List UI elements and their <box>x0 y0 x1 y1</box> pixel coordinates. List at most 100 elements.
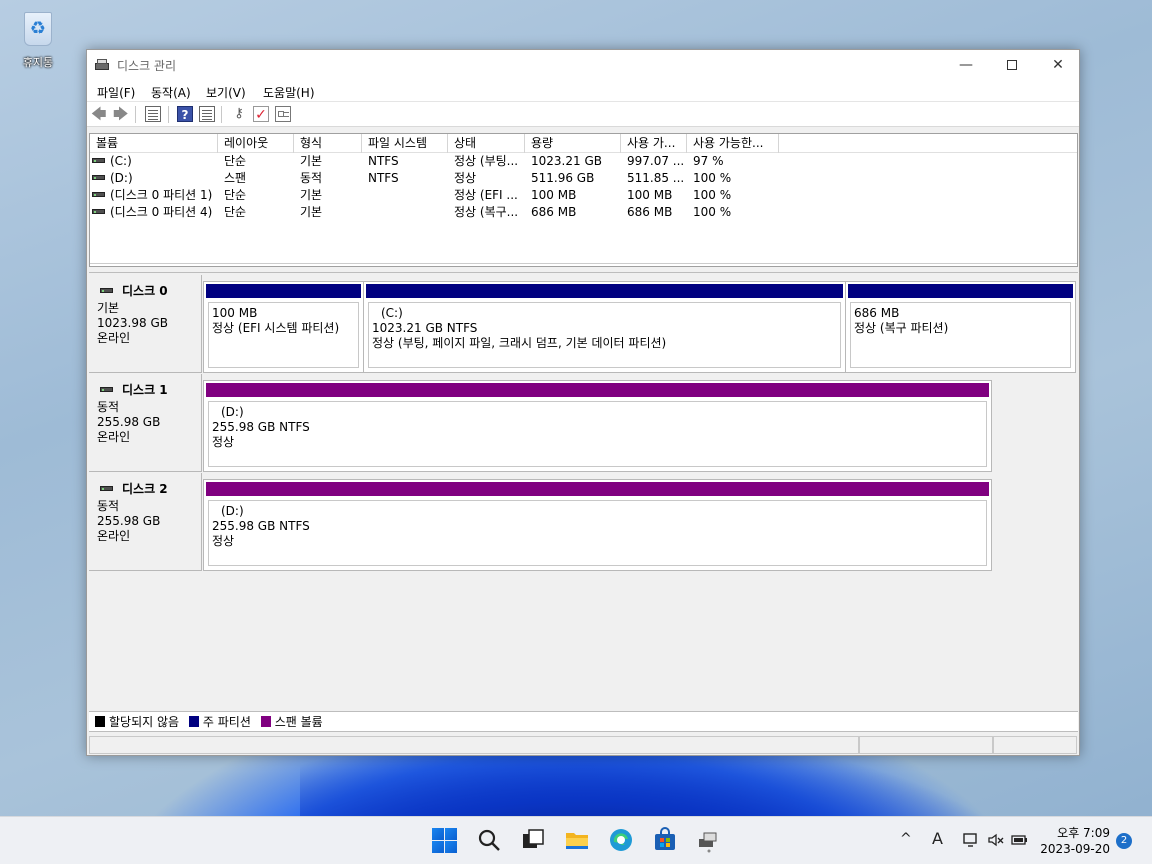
partition-efi[interactable]: 100 MB 정상 (EFI 시스템 파티션) <box>204 282 364 372</box>
status-bar <box>87 735 1079 755</box>
partition-d[interactable]: (D:) 255.98 GB NTFS 정상 <box>204 381 991 471</box>
partition-size: 100 MB <box>212 306 258 320</box>
start-icon[interactable] <box>431 827 457 853</box>
table-row[interactable]: (디스크 0 파티션 1) 단순 기본 정상 (EFI ... 100 MB 1… <box>90 187 1077 204</box>
disk-label-1[interactable]: 디스크 1 동적 255.98 GB 온라인 <box>89 374 202 472</box>
disk-partitions-0: 100 MB 정상 (EFI 시스템 파티션) (C:) 1023.21 GB … <box>203 281 1076 373</box>
partition-bar <box>206 284 361 298</box>
partition-info: (D:) 255.98 GB NTFS 정상 <box>208 500 987 566</box>
legend-primary: 주 파티션 <box>202 715 251 729</box>
toolbar-separator <box>135 106 136 123</box>
status-cell: 정상 (복구... <box>454 205 519 219</box>
legend-unallocated: 할당되지 않음 <box>109 715 180 729</box>
toolbar-separator <box>168 106 169 123</box>
partition-name: (D:) <box>221 405 244 419</box>
partition-status: 정상 (부팅, 페이지 파일, 크래시 덤프, 기본 데이터 파티션) <box>372 336 667 350</box>
partition-status: 정상 (EFI 시스템 파티션) <box>212 321 340 335</box>
notification-badge[interactable]: 2 <box>1116 833 1132 849</box>
desktop-recycle-bin[interactable]: ♻ 휴지통 <box>10 8 66 70</box>
disk-row-2: 디스크 2 동적 255.98 GB 온라인 (D:) 255.98 GB NT… <box>89 473 1078 573</box>
column-header-volume[interactable]: 볼륨 <box>90 134 218 153</box>
disk-row-1: 디스크 1 동적 255.98 GB 온라인 (D:) 255.98 GB NT… <box>89 374 1078 474</box>
legend-swatch-spanned <box>260 716 271 727</box>
column-header-status[interactable]: 상태 <box>448 134 525 153</box>
disk-label-2[interactable]: 디스크 2 동적 255.98 GB 온라인 <box>89 473 202 571</box>
column-header-layout[interactable]: 레이아웃 <box>218 134 294 153</box>
volume-list-icon[interactable] <box>145 106 161 122</box>
back-icon[interactable]: 🡄 <box>91 106 107 122</box>
disk-name: 디스크 1 <box>97 383 201 398</box>
edge-icon[interactable] <box>608 827 634 853</box>
search-icon[interactable] <box>476 827 502 853</box>
capacity-cell: 686 MB <box>531 205 577 219</box>
tray-chevron-icon[interactable]: ^ <box>900 831 912 847</box>
system-clock[interactable]: 오후 7:09 2023-09-20 <box>1036 825 1110 857</box>
partition-bar <box>848 284 1073 298</box>
menu-file[interactable]: 파일(F) <box>97 84 135 101</box>
table-row[interactable]: (D:) 스팬 동적 NTFS 정상 511.96 GB 511.85 ... … <box>90 170 1077 187</box>
title-bar[interactable]: 디스크 관리 — ✕ <box>87 50 1079 80</box>
percent-free-cell: 100 % <box>693 171 732 185</box>
column-header-free-space[interactable]: 사용 가... <box>621 134 687 153</box>
menu-view[interactable]: 보기(V) <box>206 84 246 101</box>
partition-info: 686 MB 정상 (복구 파티션) <box>850 302 1071 368</box>
partition-d[interactable]: (D:) 255.98 GB NTFS 정상 <box>204 480 991 570</box>
disk-name: 디스크 2 <box>97 482 201 497</box>
store-icon[interactable] <box>652 827 678 853</box>
disk-status: 온라인 <box>97 529 131 543</box>
disk-management-icon[interactable] <box>696 827 722 853</box>
volume-muted-icon[interactable] <box>987 831 1005 853</box>
window-title: 디스크 관리 <box>117 59 177 73</box>
legend-swatch-unallocated <box>95 716 105 727</box>
maximize-icon <box>1007 60 1017 70</box>
percent-free-cell: 97 % <box>693 154 724 168</box>
capacity-cell: 1023.21 GB <box>531 154 602 168</box>
horizontal-scrollbar[interactable] <box>90 263 1077 266</box>
volume-cell: (D:) <box>90 170 218 187</box>
column-header-capacity[interactable]: 용량 <box>525 134 621 153</box>
help-icon[interactable]: ? <box>177 106 193 122</box>
volume-cell: (디스크 0 파티션 4) <box>90 204 218 221</box>
status-pane <box>859 736 993 754</box>
partition-c[interactable]: (C:) 1023.21 GB NTFS 정상 (부팅, 페이지 파일, 크래시… <box>364 282 846 372</box>
column-header-type[interactable]: 형식 <box>294 134 362 153</box>
disk-type: 기본 <box>97 301 120 315</box>
ime-indicator[interactable]: A <box>932 829 943 848</box>
column-header-file-system[interactable]: 파일 시스템 <box>362 134 448 153</box>
recycle-bin-icon: ♻ <box>20 8 56 48</box>
disk-label-0[interactable]: 디스크 0 기본 1023.98 GB 온라인 <box>89 275 202 373</box>
table-row[interactable]: (디스크 0 파티션 4) 단순 기본 정상 (복구... 686 MB 686… <box>90 204 1077 221</box>
legend: 할당되지 않음 주 파티션 스팬 볼륨 <box>89 711 1078 732</box>
disk-graphical-view: 디스크 0 기본 1023.98 GB 온라인 100 MB 정상 (EFI 시… <box>89 272 1078 710</box>
check-icon[interactable]: ✓ <box>253 106 269 123</box>
layout-cell: 스팬 <box>224 171 247 185</box>
partition-name: (C:) <box>381 306 403 320</box>
partition-recovery[interactable]: 686 MB 정상 (복구 파티션) <box>846 282 1075 372</box>
table-row[interactable]: (C:) 단순 기본 NTFS 정상 (부팅... 1023.21 GB 997… <box>90 153 1077 170</box>
disk-icon <box>100 387 113 392</box>
graphical-view-icon[interactable] <box>199 106 215 122</box>
forward-icon[interactable]: 🡆 <box>113 106 129 122</box>
file-explorer-icon[interactable] <box>564 827 590 853</box>
capacity-cell: 511.96 GB <box>531 171 595 185</box>
menu-help[interactable]: 도움말(H) <box>263 84 315 101</box>
connect-icon[interactable]: ⚷ <box>231 106 247 122</box>
legend-spanned: 스팬 볼륨 <box>274 715 323 729</box>
volume-list-header: 볼륨 레이아웃 형식 파일 시스템 상태 용량 사용 가... 사용 가능한..… <box>90 134 1077 153</box>
menu-action[interactable]: 동작(A) <box>151 84 191 101</box>
battery-icon[interactable] <box>1010 831 1028 853</box>
properties-icon[interactable] <box>275 106 291 122</box>
network-icon[interactable] <box>962 831 980 853</box>
disk-management-app-icon <box>95 59 111 71</box>
close-button[interactable]: ✕ <box>1035 50 1081 80</box>
maximize-button[interactable] <box>989 50 1035 80</box>
partition-name: (D:) <box>221 504 244 518</box>
disk-management-window: 디스크 관리 — ✕ 파일(F) 동작(A) 보기(V) 도움말(H) 🡄 🡆 … <box>86 49 1080 756</box>
drive-icon <box>92 192 105 197</box>
column-header-percent-free[interactable]: 사용 가능한... <box>687 134 779 153</box>
drive-icon <box>92 175 105 180</box>
disk-size: 255.98 GB <box>97 415 161 429</box>
status-pane <box>89 736 859 754</box>
minimize-button[interactable]: — <box>943 50 989 80</box>
task-view-icon[interactable] <box>520 827 546 853</box>
